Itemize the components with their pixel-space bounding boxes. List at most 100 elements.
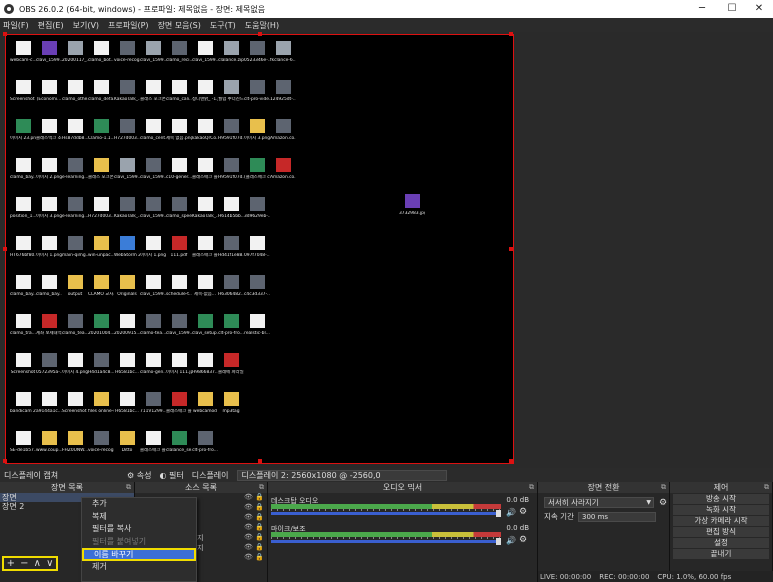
resize-handle[interactable]: [509, 247, 513, 251]
desktop-file[interactable]: H9591f07d...: [218, 117, 244, 156]
desktop-file[interactable]: 클래스 포크폰: [140, 78, 166, 117]
desktop-file[interactable]: HT676bf80...: [10, 234, 36, 273]
settings-button[interactable]: 설정: [673, 538, 769, 548]
eye-icon[interactable]: 👁: [244, 493, 253, 501]
menu-item-duplicate[interactable]: 복제: [82, 511, 196, 524]
desktop-file[interactable]: clamo_defa...: [88, 78, 114, 117]
desktop-file[interactable]: 이미지 23.png: [10, 117, 36, 156]
lock-icon[interactable]: 🔒: [255, 493, 264, 501]
desktop-file[interactable]: (Economi...: [36, 78, 62, 117]
menu-file[interactable]: 파일(F): [3, 20, 29, 31]
desktop-file[interactable]: Amazon.co... HD Webca...: [270, 117, 296, 156]
desktop-file[interactable]: 20200915...: [114, 312, 140, 351]
close-button[interactable]: ✕: [745, 0, 773, 18]
desktop-file[interactable]: clavi_1599...: [140, 39, 166, 78]
eye-icon[interactable]: 👁: [244, 503, 253, 511]
volume-slider[interactable]: [271, 512, 499, 515]
desktop-file[interactable]: clamo-gen...: [140, 351, 166, 390]
resize-handle[interactable]: [3, 32, 7, 36]
start-streaming-button[interactable]: 방송 시작: [673, 494, 769, 504]
desktop-file[interactable]: 0523346e-...: [244, 39, 270, 78]
remove-scene-icon[interactable]: −: [20, 558, 28, 569]
volume-slider-handle[interactable]: [496, 510, 501, 517]
move-down-icon[interactable]: ∨: [46, 558, 53, 569]
display-capture-preview[interactable]: webcam-c... clavi_1599... 20200117_... clam…: [3, 32, 514, 464]
menu-item-remove[interactable]: 제거: [82, 561, 196, 574]
eye-icon[interactable]: 👁: [244, 543, 253, 551]
add-scene-icon[interactable]: +: [7, 558, 15, 569]
desktop-file[interactable]: 0572395a-...: [36, 351, 62, 390]
desktop-file[interactable]: H727d003...: [114, 117, 140, 156]
desktop-file[interactable]: www.coup...: [36, 429, 62, 468]
desktop-file[interactable]: files online-sud...: [88, 390, 114, 429]
desktop-file[interactable]: 이미지 1.png: [36, 234, 62, 273]
desktop-file[interactable]: 이미지 3.png: [244, 117, 270, 156]
desktop-file[interactable]: H6581bc...: [114, 390, 140, 429]
desktop-file[interactable]: 20200117_...: [62, 39, 88, 78]
float-icon[interactable]: ⧉: [126, 482, 131, 493]
desktop-file[interactable]: clavi_1599...: [192, 39, 218, 78]
desktop-file[interactable]: 3732983.jpg: [399, 192, 425, 231]
desktop-file[interactable]: 097f7048-...: [244, 234, 270, 273]
desktop-file[interactable]: e-learning...: [62, 156, 88, 195]
desktop-file[interactable]: H6306482...: [218, 273, 244, 312]
volume-slider[interactable]: [271, 540, 499, 543]
desktop-file[interactable]: schedule-t...: [166, 273, 192, 312]
desktop-file[interactable]: clavi_1599...: [140, 156, 166, 195]
desktop-file[interactable]: 계좌 보세내역.pdf: [36, 312, 62, 351]
desktop-file[interactable]: H4d1a4c8...: [88, 351, 114, 390]
desktop-file[interactable]: e-learning...: [62, 195, 88, 234]
desktop-file[interactable]: 이미지 2.png: [36, 156, 62, 195]
gear-icon[interactable]: ⚙: [519, 535, 527, 545]
desktop-file[interactable]: clavi_1599...: [140, 195, 166, 234]
desktop-file[interactable]: Ditto: [114, 429, 140, 468]
desktop-file[interactable]: 클래스매크 플플질-3.jpg: [192, 234, 218, 273]
gear-icon[interactable]: ⚙: [519, 507, 527, 517]
desktop-file[interactable]: webcamod: [192, 390, 218, 429]
desktop-file[interactable]: fkclance-6...: [270, 39, 296, 78]
desktop-file[interactable]: KakaoTalk_...: [114, 78, 140, 117]
desktop-file[interactable]: clamo_cent...: [140, 117, 166, 156]
desktop-file[interactable]: voice-recog...: [88, 429, 114, 468]
desktop-file[interactable]: voice-recog...: [114, 39, 140, 78]
desktop-file[interactable]: clt-pro-vide...: [244, 78, 270, 117]
desktop-file[interactable]: bandicam 2020-09-0...: [10, 390, 36, 429]
desktop-file[interactable]: 클래스 포크폰.zip: [88, 156, 114, 195]
desktop-file[interactable]: clavi_setup...: [192, 312, 218, 351]
lock-icon[interactable]: 🔒: [255, 533, 264, 541]
desktop-file[interactable]: 월렵 뿌더진드: [218, 78, 244, 117]
float-icon[interactable]: ⧉: [661, 482, 666, 493]
desktop-file[interactable]: 711V1299...: [140, 390, 166, 429]
desktop-file[interactable]: KakaoTalk_...: [114, 195, 140, 234]
desktop-file[interactable]: mp3tag: [218, 390, 244, 429]
desktop-file[interactable]: (클래스매크 ct-stu-1)...: [244, 156, 270, 195]
desktop-file[interactable]: clavi_1599...: [36, 39, 62, 78]
desktop-file[interactable]: Amazon.co... HD Webca...: [270, 156, 296, 195]
desktop-file[interactable]: output: [62, 273, 88, 312]
start-virtual-camera-button[interactable]: 가상 카메라 시작: [673, 516, 769, 526]
desktop-file[interactable]: H9591f07d...: [218, 156, 244, 195]
desktop-file[interactable]: clavi_1599...: [140, 273, 166, 312]
resize-handle[interactable]: [509, 459, 513, 463]
desktop-file[interactable]: kakaoQrCo...: [192, 117, 218, 156]
desktop-file[interactable]: main-qimg...: [62, 234, 88, 273]
desktop-file[interactable]: 클래스매크 플플질-1.jpg: [140, 429, 166, 468]
desktop-file[interactable]: Clamo-1.1...: [88, 117, 114, 156]
menu-tools[interactable]: 도구(T): [210, 20, 236, 31]
desktop-file[interactable]: 이미지 111.jpg: [166, 351, 192, 390]
properties-button[interactable]: ⚙ 속성: [127, 470, 151, 481]
menu-item-add[interactable]: 추가: [82, 498, 196, 511]
desktop-file[interactable]: FHZ0UNW...: [62, 429, 88, 468]
desktop-file[interactable]: clamo_bay...: [10, 273, 36, 312]
menu-view[interactable]: 보기(V): [73, 20, 99, 31]
desktop-file[interactable]: 20201004...: [88, 312, 114, 351]
maximize-button[interactable]: ☐: [718, 0, 746, 18]
desktop-file[interactable]: Originals: [114, 273, 140, 312]
lock-icon[interactable]: 🔒: [255, 523, 264, 531]
gear-icon[interactable]: ⚙: [659, 498, 667, 508]
desktop-file[interactable]: clamo_bot...: [88, 39, 114, 78]
float-icon[interactable]: ⧉: [529, 482, 534, 493]
desktop-file[interactable]: 제목-없음...: [192, 273, 218, 312]
studio-mode-button[interactable]: 편집 방식: [673, 527, 769, 537]
start-recording-button[interactable]: 녹화 시작: [673, 505, 769, 515]
